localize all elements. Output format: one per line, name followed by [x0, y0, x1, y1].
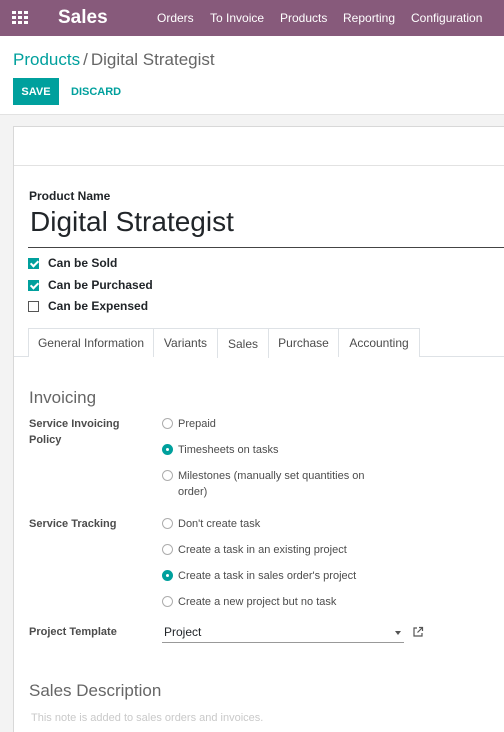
tracking-existing-project-label: Create a task in an existing project [178, 544, 347, 556]
tab-purchase[interactable]: Purchase [268, 328, 339, 357]
policy-timesheets-radio[interactable] [162, 444, 173, 455]
policy-prepaid-label: Prepaid [178, 418, 216, 430]
external-link-icon[interactable] [412, 626, 424, 638]
project-template-select[interactable]: Project [162, 623, 404, 643]
can-be-expensed-row[interactable]: Can be Expensed [28, 299, 148, 313]
tracking-option-new-project[interactable]: Create a new project but no task [162, 594, 336, 610]
menu-products[interactable]: Products [280, 11, 327, 25]
can-be-sold-row[interactable]: Can be Sold [28, 256, 117, 270]
menu-configuration[interactable]: Configuration [411, 11, 482, 25]
tracking-sales-order-project-label: Create a task in sales order's project [178, 570, 357, 582]
chevron-down-icon[interactable] [395, 631, 401, 635]
policy-option-timesheets[interactable]: Timesheets on tasks [162, 442, 278, 458]
apps-grid-icon[interactable] [12, 11, 29, 24]
sales-description-title: Sales Description [29, 681, 162, 700]
tracking-option-existing-project[interactable]: Create a task in an existing project [162, 542, 347, 558]
can-be-purchased-row[interactable]: Can be Purchased [28, 278, 153, 292]
policy-milestones-label: Milestones (manually set quantities on o… [178, 470, 365, 498]
discard-button[interactable]: DISCARD [65, 78, 127, 105]
can-be-purchased-checkbox[interactable] [28, 279, 39, 291]
tab-variants[interactable]: Variants [153, 328, 218, 357]
product-name-label: Product Name [29, 189, 111, 203]
breadcrumb: Products / Digital Strategist [13, 50, 215, 70]
menu-reporting[interactable]: Reporting [343, 11, 395, 25]
can-be-expensed-checkbox[interactable] [28, 300, 39, 312]
can-be-sold-checkbox[interactable] [28, 257, 39, 269]
menu-to-invoice[interactable]: To Invoice [210, 11, 264, 25]
product-name-input[interactable]: Digital Strategist [30, 206, 234, 238]
tracking-existing-project-radio[interactable] [162, 544, 173, 555]
product-name-underline [28, 247, 504, 248]
menu-orders[interactable]: Orders [157, 11, 194, 25]
project-template-label: Project Template [29, 626, 117, 638]
tracking-sales-order-project-radio[interactable] [162, 570, 173, 581]
statusbar-divider [14, 165, 504, 166]
app-name[interactable]: Sales [58, 7, 108, 29]
top-navbar: Sales Orders To Invoice Products Reporti… [0, 0, 504, 36]
can-be-sold-label: Can be Sold [48, 256, 118, 270]
policy-prepaid-radio[interactable] [162, 418, 173, 429]
breadcrumb-separator: / [83, 50, 88, 69]
service-invoicing-policy-label: Service Invoicing Policy [29, 418, 120, 446]
can-be-expensed-label: Can be Expensed [48, 299, 149, 313]
tab-sales[interactable]: Sales [217, 328, 269, 358]
policy-option-milestones[interactable]: Milestones (manually set quantities on o… [162, 468, 392, 500]
policy-option-prepaid[interactable]: Prepaid [162, 416, 216, 432]
tracking-new-project-label: Create a new project but no task [178, 596, 337, 608]
service-tracking-label: Service Tracking [29, 518, 117, 530]
policy-timesheets-label: Timesheets on tasks [178, 444, 279, 456]
tab-accounting[interactable]: Accounting [338, 328, 420, 357]
breadcrumb-products-link[interactable]: Products [13, 50, 80, 69]
breadcrumb-current: Digital Strategist [90, 50, 215, 69]
tracking-no-task-radio[interactable] [162, 518, 173, 529]
tracking-no-task-label: Don't create task [178, 518, 261, 530]
policy-milestones-radio[interactable] [162, 470, 173, 481]
can-be-purchased-label: Can be Purchased [48, 278, 153, 292]
tracking-option-no-task[interactable]: Don't create task [162, 516, 260, 532]
save-button[interactable]: SAVE [13, 78, 59, 105]
sales-description-input[interactable]: This note is added to sales orders and i… [31, 712, 263, 724]
invoicing-title: Invoicing [29, 388, 97, 407]
tracking-new-project-radio[interactable] [162, 596, 173, 607]
tracking-option-sales-order-project[interactable]: Create a task in sales order's project [162, 568, 356, 584]
tab-general-information[interactable]: General Information [28, 328, 154, 357]
project-template-value: Project [164, 625, 202, 639]
